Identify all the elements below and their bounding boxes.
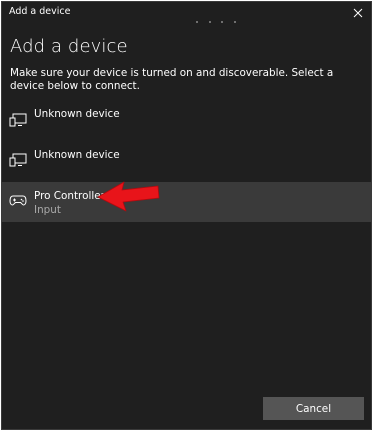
window-title: Add a device: [9, 6, 71, 17]
device-item-unknown-1[interactable]: Unknown device: [2, 100, 371, 140]
device-item-unknown-2[interactable]: Unknown device: [2, 142, 371, 182]
add-device-dialog: Add a device Add a device Make sure your…: [1, 1, 372, 430]
display-device-icon: [9, 153, 27, 167]
display-device-icon: [9, 113, 27, 127]
red-arrow-pointer-icon: [97, 181, 160, 212]
drag-handle-dots: [196, 21, 236, 24]
page-title: Add a device: [10, 36, 128, 57]
cancel-button[interactable]: Cancel: [263, 397, 364, 420]
device-name: Unknown device: [34, 108, 120, 120]
device-name: Pro Controller: [34, 190, 105, 202]
device-type: Input: [34, 204, 61, 216]
title-bar[interactable]: Add a device: [2, 2, 371, 24]
device-name: Unknown device: [34, 149, 120, 161]
gamepad-icon: [9, 195, 27, 206]
device-item-pro-controller[interactable]: Pro Controller Input: [2, 182, 371, 222]
instructions-text: Make sure your device is turned on and d…: [10, 67, 334, 92]
close-icon: [353, 8, 363, 18]
close-button[interactable]: [345, 2, 371, 24]
